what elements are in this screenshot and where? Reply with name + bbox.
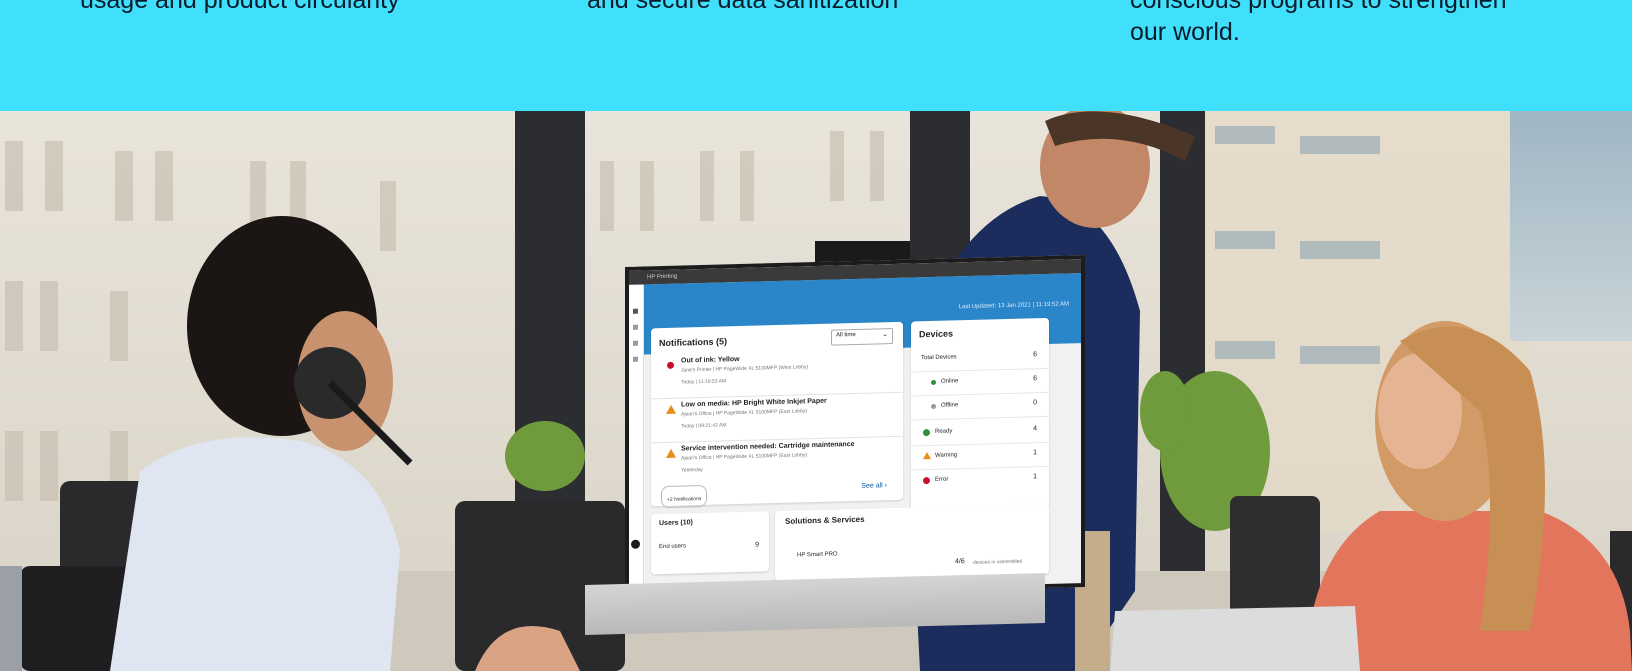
device-row-label: Warning [935,452,958,459]
notification-time: Today | 09:21:42 AM [681,422,727,430]
solution-item-value: 4/6 [955,558,965,566]
device-row-label: Ready [935,428,953,435]
notification-item[interactable]: Low on media: HP Bright White Inkjet Pap… [651,393,903,444]
warning-icon [666,404,676,414]
nav-users-icon[interactable] [633,340,638,346]
band-text-col2: and secure data sanitization [587,0,899,14]
office-photo: HP Printing Last Updated: 13 Jan 2021 | … [0,111,1632,671]
nav-reports-icon[interactable] [633,356,638,362]
hp-logo-icon [631,539,640,549]
warning-icon [923,452,931,460]
last-updated-text: Last Updated: 13 Jan 2021 | 11:19:52 AM [958,301,1069,311]
device-row-value: 1 [1033,473,1037,481]
monitor: HP Printing Last Updated: 13 Jan 2021 | … [585,254,1085,636]
notification-item[interactable]: Out of ink: Yellow Jane's Printer | HP P… [651,349,903,400]
more-notifications-label: +2 Notifications [667,496,702,503]
notifications-card: Notifications (5) All time ⌄ Out of ink:… [651,321,903,509]
solution-item-label[interactable]: HP Smart PRO [797,551,838,558]
notification-title: Service intervention needed: Cartridge m… [681,441,855,453]
warning-icon [666,448,676,458]
device-row-value: 0 [1033,399,1037,407]
devices-title: Devices [919,328,954,340]
notification-subtitle: Ajean's Office | HP PageWide XL 5100MFP … [681,408,808,418]
notification-title: Low on media: HP Bright White Inkjet Pap… [681,397,827,409]
device-row-value: 1 [1033,449,1037,457]
notification-title: Out of ink: Yellow [681,356,740,365]
ready-check-icon [923,429,930,437]
notification-subtitle: Jane's Printer | HP PageWide XL 5100MFP … [681,364,809,374]
notifications-title: Notifications (5) [659,336,728,349]
device-row-offline[interactable]: Offline 0 [911,393,1049,421]
device-row-label: Total Devices [921,354,957,362]
band-text-col1: usage and product circularity [80,0,400,14]
notification-time: Today | 11:19:53 AM [681,378,727,386]
device-row-online[interactable]: Online 6 [911,369,1049,397]
online-dot-icon [931,379,936,386]
device-row-value: 6 [1033,375,1037,383]
device-row-total[interactable]: Total Devices 6 [911,345,1049,373]
time-filter-select[interactable]: All time ⌄ [831,328,893,346]
users-row-value[interactable]: 9 [755,542,759,549]
device-row-label: Online [941,378,959,385]
users-row-label: End users [659,543,687,551]
notification-item[interactable]: Service intervention needed: Cartridge m… [651,438,903,481]
notification-time: Yesterday [681,466,704,474]
error-icon [923,477,930,485]
band-text-col3-line2: our world. [1130,18,1240,46]
error-icon [667,361,674,369]
device-row-label: Error [935,476,949,483]
nav-devices-icon[interactable] [633,324,638,330]
notification-subtitle: Ajean's Office | HP PageWide XL 5100MFP … [681,452,808,462]
devices-card: Devices Total Devices 6 Online 6 Offline… [911,317,1049,512]
device-row-warning[interactable]: Warning 1 [911,443,1049,471]
users-title: Users (10) [659,519,693,528]
solutions-card: Solutions & Services HP Smart PRO 4/6 de… [775,503,1049,582]
device-row-error[interactable]: Error 1 [911,468,1049,494]
see-all-label: See all [861,482,883,490]
offline-dot-icon [931,403,936,410]
users-card: Users (10) End users 9 [651,511,769,575]
more-notifications-chip[interactable]: +2 Notifications [661,484,708,509]
device-row-ready[interactable]: Ready 4 [911,419,1049,447]
device-row-value: 4 [1033,425,1037,433]
nav-home-icon[interactable] [633,308,638,314]
device-row-label: Offline [941,402,959,409]
chevron-down-icon: ⌄ [882,331,888,339]
chevron-right-icon: › [884,482,887,490]
app-sidebar [629,284,644,600]
monitor-screen: HP Printing Last Updated: 13 Jan 2021 | … [625,254,1085,600]
time-filter-value: All time [836,331,856,339]
see-all-link[interactable]: See all › [861,482,887,490]
solutions-title: Solutions & Services [785,514,865,526]
device-row-value: 6 [1033,351,1037,359]
solution-item-note: devices in use/entitled [973,558,1023,566]
feature-band: usage and product circularity and secure… [0,0,1632,111]
